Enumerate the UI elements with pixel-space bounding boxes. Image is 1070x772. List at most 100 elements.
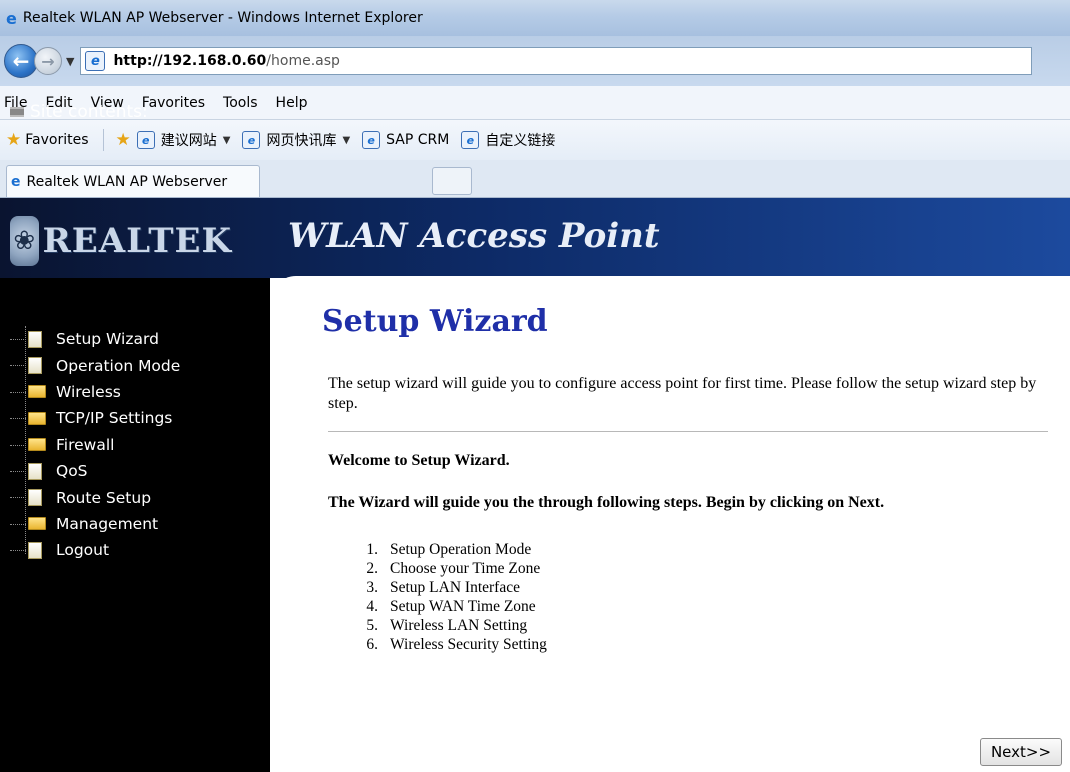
fav-link-sap-crm[interactable]: e SAP CRM <box>362 131 449 149</box>
step-text: Choose your Time Zone <box>390 560 541 577</box>
folder-icon <box>28 385 46 399</box>
site-contents-root[interactable]: Site contents: <box>10 102 148 122</box>
steps-list: 1. Setup Operation Mode 2. Choose your T… <box>356 540 547 654</box>
step-text: Setup WAN Time Zone <box>390 598 536 615</box>
intro-text: The setup wizard will guide you to confi… <box>328 375 1037 412</box>
list-item: 6. Wireless Security Setting <box>356 635 547 654</box>
sidebar-item-label: Logout <box>56 541 110 560</box>
page-title: Setup Wizard <box>322 304 548 339</box>
sidebar-item-logout[interactable]: Logout <box>10 537 256 563</box>
favorites-button[interactable]: Favorites <box>25 132 88 148</box>
forward-button[interactable]: → <box>34 47 62 75</box>
step-text: Setup LAN Interface <box>390 579 520 596</box>
history-dropdown-icon[interactable]: ▼ <box>66 55 74 68</box>
sidebar-item-label: Firewall <box>56 435 115 454</box>
menu-favorites[interactable]: Favorites <box>142 95 205 111</box>
new-tab-button[interactable] <box>432 167 472 195</box>
sidebar-item-tcpip-settings[interactable]: TCP/IP Settings <box>10 405 256 431</box>
fav-link-label: 网页快讯库 <box>266 133 337 149</box>
folder-icon <box>28 438 46 452</box>
ie-logo-icon: e <box>11 173 21 190</box>
banner-title: WLAN Access Point <box>288 216 660 256</box>
welcome-text: Welcome to Setup Wizard. <box>328 452 510 469</box>
step-number: 1. <box>366 541 378 558</box>
step-text: Wireless LAN Setting <box>390 617 528 634</box>
window-title: Realtek WLAN AP Webserver - Windows Inte… <box>22 10 423 26</box>
sidebar-item-wireless[interactable]: Wireless <box>10 379 256 405</box>
list-item: 2. Choose your Time Zone <box>356 559 547 578</box>
menu-tools[interactable]: Tools <box>223 95 258 111</box>
fav-link-label: 自定义链接 <box>485 133 556 149</box>
window-titlebar: e Realtek WLAN AP Webserver - Windows In… <box>0 0 1070 36</box>
fav-link-suggested-sites[interactable]: e 建议网站 ▼ <box>136 130 231 150</box>
url-input[interactable]: e http://192.168.0.60/home.asp <box>80 47 1033 75</box>
fav-link-label: 建议网站 <box>160 133 217 149</box>
sidebar-item-label: Setup Wizard <box>56 330 159 349</box>
content-panel <box>270 276 1070 772</box>
sidebar-item-qos[interactable]: QoS <box>10 458 256 484</box>
fav-link-web-slices[interactable]: e 网页快讯库 ▼ <box>242 130 350 150</box>
tab-label: Realtek WLAN AP Webserver <box>26 173 228 190</box>
tree-root-icon <box>10 107 24 117</box>
chevron-down-icon: ▼ <box>342 134 351 146</box>
page-icon: e <box>461 131 480 149</box>
sidebar-item-label: QoS <box>56 462 88 481</box>
realtek-crab-icon: ❀ <box>10 216 39 266</box>
document-icon <box>28 489 42 507</box>
address-bar: ← → ▼ e http://192.168.0.60/home.asp <box>0 36 1070 86</box>
menu-help[interactable]: Help <box>276 95 308 111</box>
site-contents-label: Site contents: <box>30 102 148 122</box>
step-number: 2. <box>366 560 378 577</box>
sidebar-item-label: Operation Mode <box>56 356 181 375</box>
tab-bar: e Realtek WLAN AP Webserver <box>0 160 1070 198</box>
fav-link-label: SAP CRM <box>386 132 450 148</box>
tab-realtek[interactable]: e Realtek WLAN AP Webserver <box>6 165 260 197</box>
favorites-separator <box>102 129 104 151</box>
ie-logo-icon: e <box>6 8 17 28</box>
back-button[interactable]: ← <box>4 44 38 78</box>
page-icon: e <box>136 131 155 149</box>
divider <box>328 431 1048 432</box>
step-text: Wireless Security Setting <box>390 636 547 653</box>
document-icon <box>28 541 42 559</box>
sidebar-item-label: Wireless <box>56 382 121 401</box>
folder-icon <box>28 517 46 531</box>
document-icon <box>28 462 42 480</box>
page-icon: e <box>242 131 261 149</box>
folder-icon <box>28 411 46 425</box>
realtek-logo: ❀ REALTEK <box>10 212 232 270</box>
menu-bar: File Edit View Favorites Tools Help <box>0 86 1070 120</box>
logo-text: REALTEK <box>42 221 232 261</box>
list-item: 3. Setup LAN Interface <box>356 578 547 597</box>
forward-arrow-icon: → <box>41 51 55 71</box>
url-path: /home.asp <box>266 53 340 69</box>
document-icon <box>28 330 42 348</box>
next-button[interactable]: Next>> <box>980 738 1062 766</box>
sidebar-item-label: TCP/IP Settings <box>56 409 173 428</box>
document-icon <box>28 357 42 375</box>
list-item: 1. Setup Operation Mode <box>356 540 547 559</box>
sidebar-item-label: Route Setup <box>56 488 152 507</box>
sidebar-item-firewall[interactable]: Firewall <box>10 432 256 458</box>
url-host: http://192.168.0.60 <box>113 53 267 69</box>
nav-tree: Setup Wizard Operation Mode Wireless TCP… <box>10 326 256 564</box>
sidebar-item-setup-wizard[interactable]: Setup Wizard <box>10 326 256 352</box>
sidebar-item-route-setup[interactable]: Route Setup <box>10 484 256 510</box>
step-number: 5. <box>366 617 378 634</box>
add-favorite-icon[interactable]: ★ <box>116 130 131 150</box>
step-number: 4. <box>366 598 378 615</box>
list-item: 4. Setup WAN Time Zone <box>356 597 547 616</box>
step-number: 6. <box>366 636 378 653</box>
list-item: 5. Wireless LAN Setting <box>356 616 547 635</box>
favorites-star-icon[interactable]: ★ <box>6 130 21 150</box>
sidebar-item-operation-mode[interactable]: Operation Mode <box>10 352 256 378</box>
fav-link-custom[interactable]: e 自定义链接 <box>461 130 555 150</box>
page-icon: e <box>85 51 106 71</box>
chevron-down-icon: ▼ <box>222 134 231 146</box>
favorites-bar: ★ Favorites ★ e 建议网站 ▼ e 网页快讯库 ▼ e SAP C… <box>0 120 1070 160</box>
sidebar-item-management[interactable]: Management <box>10 511 256 537</box>
step-text: Setup Operation Mode <box>390 541 532 558</box>
page-icon: e <box>362 131 381 149</box>
sidebar-item-label: Management <box>56 514 159 533</box>
back-arrow-icon: ← <box>12 49 30 73</box>
